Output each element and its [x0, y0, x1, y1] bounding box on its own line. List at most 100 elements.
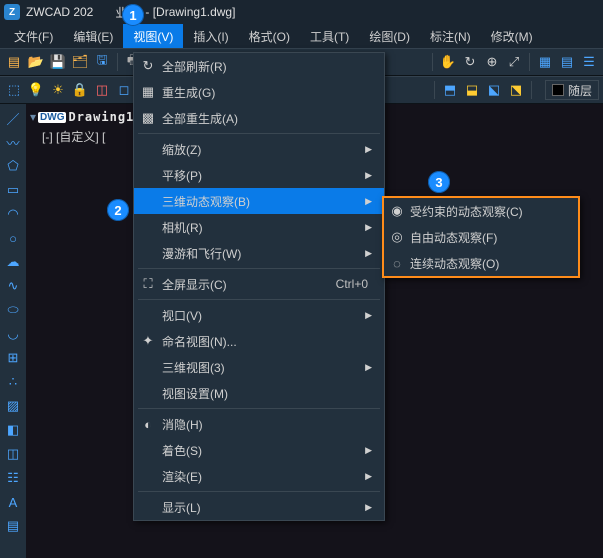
arc-tool-icon[interactable]: ◠: [3, 204, 23, 224]
mtext-tool-icon[interactable]: ▤: [3, 516, 23, 536]
chevron-right-icon: ▶: [365, 502, 378, 513]
dd-viewport[interactable]: 视口(V) ▶: [134, 302, 384, 328]
polyline-tool-icon[interactable]: 〰: [3, 132, 23, 152]
file-tree: ▾ DWG Drawing1 [-] [自定义] [: [26, 104, 136, 151]
dd-fullscreen[interactable]: ⛶ 全屏显示(C) Ctrl+0: [134, 271, 384, 297]
polygon-tool-icon[interactable]: ⬠: [3, 156, 23, 176]
regen-icon: ▦: [134, 84, 162, 100]
region-tool-icon[interactable]: ◫: [3, 444, 23, 464]
left-tool-rail: ／ 〰 ⬠ ▭ ◠ ○ ☁ ∿ ⬭ ◡ ⊞ ∴ ▨ ◧ ◫ ☷ A ▤: [0, 104, 26, 558]
pan-icon[interactable]: ⊕: [482, 52, 502, 72]
callout-1: 1: [122, 4, 144, 26]
menu-draw[interactable]: 绘图(D): [359, 24, 420, 48]
grid-icon[interactable]: ▦: [535, 52, 555, 72]
zoom-icon[interactable]: ⤢: [504, 52, 524, 72]
dd-regen[interactable]: ▦ 重生成(G): [134, 79, 384, 105]
free-orbit-icon: ◎: [384, 229, 410, 245]
app-title: ZWCAD 202: [26, 5, 93, 19]
spline-tool-icon[interactable]: ∿: [3, 276, 23, 296]
menu-format[interactable]: 格式(O): [239, 24, 300, 48]
square-icon[interactable]: ◻: [114, 80, 134, 100]
regenall-icon: ▩: [134, 110, 162, 126]
chevron-right-icon: ▶: [365, 471, 378, 482]
menu-tools[interactable]: 工具(T): [300, 24, 359, 48]
dd-camera[interactable]: 相机(R) ▶: [134, 214, 384, 240]
open-icon[interactable]: 📂: [26, 52, 46, 72]
view-dropdown: ↻ 全部刷新(R) ▦ 重生成(G) ▩ 全部重生成(A) 缩放(Z) ▶ 平移…: [133, 52, 385, 521]
dd-walk-fly[interactable]: 漫游和飞行(W) ▶: [134, 240, 384, 266]
namedview-icon: ✦: [134, 333, 162, 349]
rect-tool-icon[interactable]: ▭: [3, 180, 23, 200]
refresh-icon: ↻: [134, 58, 162, 74]
ellipsearc-tool-icon[interactable]: ◡: [3, 324, 23, 344]
dd-regen-all[interactable]: ▩ 全部重生成(A): [134, 105, 384, 131]
dd-shade[interactable]: 着色(S) ▶: [134, 437, 384, 463]
menu-insert[interactable]: 插入(I): [183, 24, 238, 48]
fullscreen-icon: ⛶: [134, 276, 162, 292]
cloud-tool-icon[interactable]: ☁: [3, 252, 23, 272]
dd-render[interactable]: 渲染(E) ▶: [134, 463, 384, 489]
menu-view[interactable]: 视图(V): [123, 24, 183, 48]
callout-2: 2: [107, 199, 129, 221]
files-icon[interactable]: 🗂: [70, 52, 90, 72]
chevron-right-icon: ▶: [365, 222, 378, 233]
ellipse-tool-icon[interactable]: ⬭: [3, 300, 23, 320]
tree-custom-row[interactable]: [-] [自定义] [: [30, 126, 132, 147]
grid2-icon[interactable]: ▤: [557, 52, 577, 72]
tree-doc-row[interactable]: ▾ DWG Drawing1: [30, 108, 132, 126]
orbit-submenu: ◉ 受约束的动态观察(C) ◎ 自由动态观察(F) ◌ 连续动态观察(O): [382, 196, 580, 278]
chevron-right-icon: ▶: [365, 170, 378, 181]
chevron-right-icon: ▶: [365, 310, 378, 321]
title-bar: Z ZWCAD 202 业版 - [Drawing1.dwg]: [0, 0, 603, 24]
dd-display[interactable]: 显示(L) ▶: [134, 494, 384, 520]
layers-icon[interactable]: ⬚: [4, 80, 24, 100]
layer2-icon[interactable]: ⬓: [462, 80, 482, 100]
point-tool-icon[interactable]: ∴: [3, 372, 23, 392]
dd-named-view[interactable]: ✦ 命名视图(N)...: [134, 328, 384, 354]
swatch-icon: [552, 84, 564, 96]
dd-pan[interactable]: 平移(P) ▶: [134, 162, 384, 188]
props-icon[interactable]: ☰: [579, 52, 599, 72]
new-icon[interactable]: ▤: [4, 52, 24, 72]
text-tool-icon[interactable]: A: [3, 492, 23, 512]
layer3-icon[interactable]: ⬕: [484, 80, 504, 100]
hand-icon[interactable]: ✋: [438, 52, 458, 72]
lock-icon[interactable]: 🔒: [70, 80, 90, 100]
menu-annotate[interactable]: 标注(N): [420, 24, 481, 48]
layer-select[interactable]: 随层: [545, 80, 599, 100]
gradient-tool-icon[interactable]: ◧: [3, 420, 23, 440]
chevron-right-icon: ▶: [365, 196, 378, 207]
orbit-icon[interactable]: ↻: [460, 52, 480, 72]
table-tool-icon[interactable]: ☷: [3, 468, 23, 488]
circle-tool-icon[interactable]: ○: [3, 228, 23, 248]
sun-icon[interactable]: ☀: [48, 80, 68, 100]
layer4-icon[interactable]: ⬔: [506, 80, 526, 100]
sub-constrained-orbit[interactable]: ◉ 受约束的动态观察(C): [384, 198, 578, 224]
layer-label: 随层: [568, 82, 592, 99]
bulb-icon[interactable]: 💡: [26, 80, 46, 100]
dd-zoom[interactable]: 缩放(Z) ▶: [134, 136, 384, 162]
chevron-right-icon: ▶: [365, 362, 378, 373]
doc-title: - [Drawing1.dwg]: [145, 5, 235, 19]
menu-modify[interactable]: 修改(M): [481, 24, 543, 48]
menu-file[interactable]: 文件(F): [4, 24, 63, 48]
line-tool-icon[interactable]: ／: [3, 108, 23, 128]
dd-refresh-all[interactable]: ↻ 全部刷新(R): [134, 53, 384, 79]
layer1-icon[interactable]: ⬒: [440, 80, 460, 100]
dd-3d-view[interactable]: 三维视图(3) ▶: [134, 354, 384, 380]
sub-continuous-orbit[interactable]: ◌ 连续动态观察(O): [384, 250, 578, 276]
block-tool-icon[interactable]: ⊞: [3, 348, 23, 368]
chevron-right-icon: ▶: [365, 445, 378, 456]
save-icon[interactable]: 💾: [48, 52, 68, 72]
dd-3d-orbit[interactable]: 三维动态观察(B) ▶: [134, 188, 384, 214]
menu-edit[interactable]: 编辑(E): [63, 24, 123, 48]
hatch-tool-icon[interactable]: ▨: [3, 396, 23, 416]
dd-hide[interactable]: ◐ 消隐(H): [134, 411, 384, 437]
box-icon[interactable]: ◫: [92, 80, 112, 100]
constrained-orbit-icon: ◉: [384, 203, 410, 219]
sub-free-orbit[interactable]: ◎ 自由动态观察(F): [384, 224, 578, 250]
doc-name: Drawing1: [68, 110, 134, 124]
dd-view-settings[interactable]: 视图设置(M): [134, 380, 384, 406]
menu-bar: 文件(F) 编辑(E) 视图(V) 插入(I) 格式(O) 工具(T) 绘图(D…: [0, 24, 603, 48]
saveas-icon[interactable]: 🖫: [92, 52, 112, 72]
